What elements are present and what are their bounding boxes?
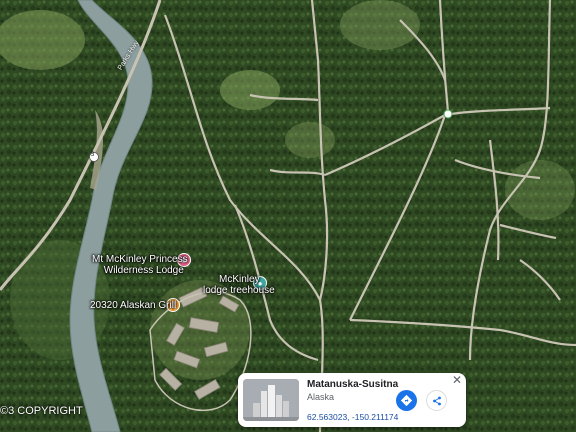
location-title: Matanuska-Susitna: [307, 379, 399, 390]
map-copyright: ©3 COPYRIGHT: [0, 405, 83, 417]
directions-icon: [401, 395, 412, 406]
place-label-treehouse[interactable]: McKinley lodge treehouse: [203, 274, 275, 296]
location-thumbnail[interactable]: [243, 379, 299, 421]
place-label-line1: McKinley: [219, 274, 260, 285]
route-shield-label: 3: [91, 152, 95, 158]
satellite-map[interactable]: [0, 0, 576, 432]
close-icon[interactable]: ✕: [452, 373, 462, 387]
place-label-line2: lodge treehouse: [203, 285, 275, 296]
share-button[interactable]: [426, 390, 447, 411]
location-coordinates[interactable]: 62.563023, -150.211174: [307, 412, 398, 422]
share-icon: [432, 396, 441, 405]
location-subtitle: Alaska: [307, 392, 335, 402]
place-label-line1: Mt McKinley Princess: [92, 254, 188, 265]
location-info-card[interactable]: Matanuska-Susitna Alaska 62.563023, -150…: [238, 373, 466, 427]
directions-button[interactable]: [396, 390, 417, 411]
place-label-alaskan-grill[interactable]: 20320 Alaskan Grill: [90, 300, 176, 311]
place-label-princess-lodge[interactable]: Mt McKinley Princess Wilderness Lodge: [92, 254, 188, 276]
place-label-line2: Wilderness Lodge: [103, 265, 184, 276]
